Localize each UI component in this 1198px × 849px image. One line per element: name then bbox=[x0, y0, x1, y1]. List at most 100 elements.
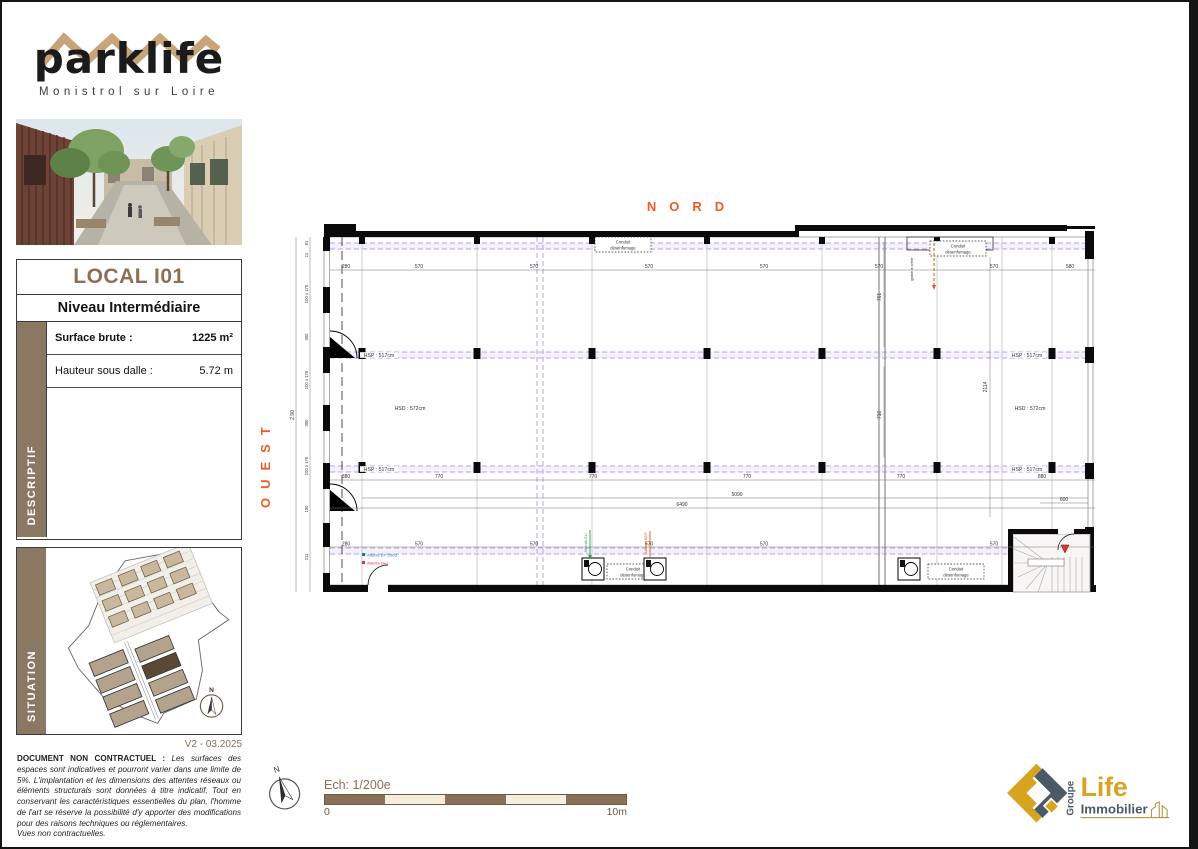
surface-label: Surface brute : bbox=[55, 332, 133, 344]
scale-bar: Ech: 1/200e 0 10m bbox=[324, 778, 627, 818]
svg-text:770: 770 bbox=[589, 474, 598, 480]
hsd-label: HSD : 572cm bbox=[1015, 406, 1046, 412]
hsd-label: HSD : 572cm bbox=[395, 406, 426, 412]
svg-text:600: 600 bbox=[1060, 497, 1069, 503]
column-axes bbox=[362, 237, 1052, 585]
svg-text:2.90: 2.90 bbox=[290, 410, 296, 420]
door-gap bbox=[368, 584, 388, 593]
photo-illustration bbox=[16, 119, 242, 245]
conduit-label: désenfumage bbox=[943, 573, 969, 578]
svg-text:100: 100 bbox=[304, 505, 309, 513]
svg-text:300: 300 bbox=[304, 419, 309, 427]
hsp-label: HSP : 517cm bbox=[1012, 353, 1042, 359]
scale-zero: 0 bbox=[324, 806, 330, 818]
svg-text:211: 211 bbox=[304, 553, 309, 560]
svg-text:100 x 170: 100 x 170 bbox=[304, 456, 309, 475]
svg-text:570: 570 bbox=[415, 542, 424, 548]
svg-text:716: 716 bbox=[877, 411, 883, 420]
svg-text:570: 570 bbox=[530, 264, 539, 270]
svg-text:2114: 2114 bbox=[983, 381, 989, 392]
svg-text:280: 280 bbox=[342, 264, 351, 270]
top-dimensions: 280 570 570 570 570 570 570 580 bbox=[342, 264, 1075, 270]
duct-arrow bbox=[932, 285, 936, 290]
svg-text:380: 380 bbox=[342, 474, 351, 480]
conduit-label: désenfumage bbox=[945, 250, 971, 255]
hsp-label: HSP : 517cm bbox=[364, 467, 394, 473]
situation-tab: SITUATION bbox=[17, 548, 46, 734]
floor-plan: Conduit désenfumage Conduit désenfumage … bbox=[282, 197, 1142, 607]
disclaimer: DOCUMENT NON CONTRACTUEL : Les surfaces … bbox=[17, 754, 241, 840]
walls bbox=[323, 224, 1096, 592]
green-annotation: Attente EU bbox=[583, 533, 588, 552]
red-marker bbox=[362, 561, 365, 564]
staircase bbox=[1008, 529, 1090, 592]
building-icon bbox=[1149, 802, 1169, 818]
hsp-label: HSP : 517cm bbox=[364, 353, 394, 359]
height-label: Hauteur sous dalle : bbox=[55, 365, 153, 377]
logo-immobilier-text: Immobilier bbox=[1081, 802, 1148, 817]
svg-text:6490: 6490 bbox=[676, 502, 687, 508]
svg-text:11: 11 bbox=[304, 252, 309, 257]
site-compass-n: N bbox=[209, 687, 214, 694]
conduit-label: désenfumage bbox=[610, 246, 636, 251]
svg-text:570: 570 bbox=[760, 542, 769, 548]
svg-text:570: 570 bbox=[760, 264, 769, 270]
conduit-label: désenfumage bbox=[620, 573, 646, 578]
svg-text:880: 880 bbox=[1038, 474, 1047, 480]
svg-text:570: 570 bbox=[530, 542, 539, 548]
svg-text:100 x 170: 100 x 170 bbox=[304, 370, 309, 389]
height-row: Hauteur sous dalle : 5.72 m bbox=[47, 355, 241, 388]
svg-text:300: 300 bbox=[304, 333, 309, 341]
red-annotation: Attente élec bbox=[367, 561, 388, 566]
west-label: OUEST bbox=[258, 388, 273, 508]
svg-text:81: 81 bbox=[304, 240, 309, 245]
svg-text:770: 770 bbox=[897, 474, 906, 480]
svg-text:570: 570 bbox=[415, 264, 424, 270]
logo-mark-icon bbox=[1017, 768, 1060, 817]
height-value: 5.72 m bbox=[199, 365, 233, 377]
version-label: V2 - 03.2025 bbox=[16, 739, 242, 750]
west-door-2 bbox=[330, 484, 357, 511]
height-labels: HSP : 517cm HSP : 517cm HSP : 517cm HSP … bbox=[360, 352, 1046, 473]
descriptif-tab-label: DESCRIPTIF bbox=[26, 445, 38, 525]
conduit-boxes: Conduit désenfumage Conduit désenfumage … bbox=[595, 237, 986, 579]
svg-text:570: 570 bbox=[990, 264, 999, 270]
svg-text:570: 570 bbox=[645, 264, 654, 270]
compass: N bbox=[256, 756, 312, 820]
gaine-annotation: gaine à créer bbox=[909, 257, 914, 281]
wall-faces bbox=[324, 231, 1093, 592]
svg-text:570: 570 bbox=[875, 264, 884, 270]
svg-text:570: 570 bbox=[990, 542, 999, 548]
descriptif-panel: LOCAL I01 Niveau Intermédiaire DESCRIPTI… bbox=[16, 259, 242, 540]
svg-text:100 x 170: 100 x 170 bbox=[304, 284, 309, 303]
page-edge bbox=[1189, 2, 1196, 847]
disclaimer-footnote: Vues non contractuelles. bbox=[17, 829, 106, 838]
brand-subtitle: Monistrol sur Loire bbox=[16, 86, 242, 98]
disclaimer-lead: DOCUMENT NON CONTRACTUEL : bbox=[17, 754, 165, 763]
west-dimension-chain: 81 11 100 x 170 300 100 x 170 300 100 x … bbox=[290, 240, 309, 560]
door-arc-bottom bbox=[368, 565, 388, 585]
conduit-label: Conduit bbox=[626, 567, 641, 572]
svg-text:570: 570 bbox=[645, 542, 654, 548]
blue-annotation: Attente EP 2Ø63 bbox=[367, 553, 398, 558]
blue-marker bbox=[362, 553, 365, 556]
level-subtitle: Niveau Intermédiaire bbox=[17, 295, 241, 322]
conduit-label: Conduit bbox=[949, 567, 964, 572]
dimension-lines bbox=[296, 237, 1095, 592]
local-title: LOCAL I01 bbox=[17, 260, 241, 295]
svg-text:280: 280 bbox=[342, 542, 351, 548]
situation-tab-label: SITUATION bbox=[26, 650, 38, 722]
svg-text:580: 580 bbox=[1066, 264, 1075, 270]
site-compass-icon: N bbox=[200, 687, 222, 717]
scale-segments bbox=[324, 794, 627, 805]
logo-group-text: Groupe bbox=[1066, 780, 1077, 815]
brand-name: parklife bbox=[16, 34, 242, 83]
surface-row: Surface brute : 1225 m² bbox=[47, 322, 241, 355]
groupe-life-logo: Groupe Life Immobilier bbox=[1002, 760, 1174, 830]
groupe-life-logo-graphic: Groupe Life Immobilier bbox=[1002, 760, 1174, 830]
disclaimer-body: Les surfaces des espaces sont indicative… bbox=[17, 754, 241, 828]
plan-sheet: parklife Monistrol sur Loire bbox=[0, 0, 1198, 849]
situation-map: N bbox=[46, 548, 241, 734]
hsp-label: HSP : 517cm bbox=[1012, 467, 1042, 473]
svg-text:770: 770 bbox=[435, 474, 444, 480]
